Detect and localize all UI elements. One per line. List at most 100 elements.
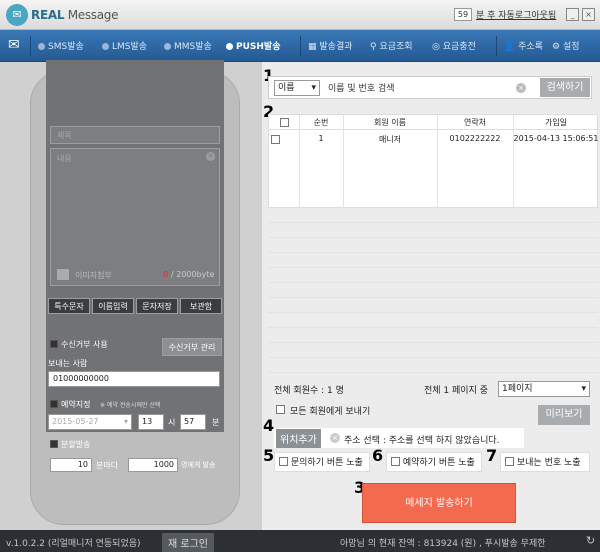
nav-divider	[496, 36, 497, 56]
version-text: v.1.0.2.2 (리얼매니저 연동되었음)	[6, 539, 141, 549]
search-icon: ⚲	[370, 42, 377, 52]
member-table: 순번 회원 이름 연락처 가입일 1 매니저 0102222222 2015-0…	[268, 114, 599, 209]
nav-send-result[interactable]: ▦ 발송결과	[308, 39, 353, 52]
badge-5: 5	[263, 446, 275, 465]
badge-6: 6	[372, 446, 384, 465]
nav-settings[interactable]: ⚙ 설정	[552, 39, 580, 52]
byte-count: 0	[163, 270, 169, 279]
badge-7: 7	[486, 446, 498, 465]
add-location-button[interactable]: 위치추가	[276, 429, 321, 448]
column-divider	[513, 115, 514, 209]
nav-bar: ✉ SMS발송 LMS발송 MMS발송 PUSH발송 ▦ 발송결과 ⚲ 요금조회…	[0, 30, 600, 62]
total-members: 전체 회원수 : 1 명	[274, 386, 344, 396]
header-date: 가입일	[513, 115, 599, 130]
reserve-hour-select[interactable]: 13	[138, 414, 164, 430]
special-char-button[interactable]: 특수문자	[48, 298, 90, 314]
sender-input[interactable]: 01000000000	[48, 371, 220, 387]
search-type-select[interactable]: 이름 ▾	[274, 80, 320, 96]
close-button[interactable]: ×	[582, 8, 595, 21]
sender-option[interactable]: 보내는 번호 노출	[500, 452, 590, 472]
select-all-checkbox[interactable]	[279, 118, 289, 127]
row-no: 1	[318, 134, 324, 143]
person-icon: 👤	[504, 42, 516, 52]
nav-divider	[300, 36, 301, 56]
reserve-option[interactable]: 예약하기 버튼 노출	[386, 452, 482, 472]
minute-unit: 분	[212, 418, 220, 427]
radio-dot-icon	[226, 43, 233, 50]
row-checkbox[interactable]	[271, 135, 280, 144]
save-message-button[interactable]: 문자저장	[136, 298, 178, 314]
balance-text: 아망님 의 현재 잔액 : 813924 (원) , 푸시발송 무제한	[340, 539, 546, 549]
column-divider	[437, 115, 438, 209]
nav-charge[interactable]: ◎ 요금충전	[432, 39, 476, 52]
byte-max: / 2000byte	[171, 270, 215, 279]
table-empty-area	[268, 208, 598, 376]
reserve-note: ※ 예약 전송시에만 선택	[100, 402, 161, 409]
gear-icon: ⚙	[552, 42, 561, 52]
name-insert-button[interactable]: 이름입력	[92, 298, 134, 314]
title-input[interactable]: 제목	[50, 126, 220, 144]
split-send-label: 분할발송	[61, 440, 91, 449]
total-pages: 전체 1 페이지 중	[424, 386, 488, 396]
image-attach-label[interactable]: 이미지첨부	[75, 270, 112, 281]
clear-icon[interactable]: ×	[206, 152, 215, 161]
row-phone: 0102222222	[449, 134, 501, 143]
split-count-input[interactable]: 1000	[128, 458, 178, 472]
sender-option-checkbox[interactable]	[505, 457, 514, 466]
header-checkbox-cell	[269, 115, 299, 130]
radio-dot-icon	[102, 43, 109, 50]
nav-fee-lookup[interactable]: ⚲ 요금조회	[370, 39, 413, 52]
reserve-checkbox[interactable]	[50, 400, 58, 408]
hour-unit: 시	[168, 418, 176, 427]
nav-divider	[30, 36, 31, 56]
content-textarea[interactable]: 내용 × 이미지첨부 0 / 2000byte	[50, 148, 220, 286]
clear-icon[interactable]: ×	[516, 83, 526, 93]
search-button[interactable]: 검색하기	[540, 78, 590, 97]
send-all-checkbox[interactable]	[276, 405, 285, 414]
split-minutes-unit: 분마다	[96, 461, 119, 470]
chart-icon: ▦	[308, 42, 317, 52]
header-phone: 연락처	[437, 115, 513, 130]
calendar-icon: ▾	[123, 417, 128, 426]
tab-mms[interactable]: MMS발송	[164, 39, 212, 52]
header-no: 순번	[299, 115, 343, 130]
location-text: 주소 선택 : 주소를 선택 하지 않았습니다.	[344, 436, 500, 446]
reject-use-label: 수신거부 사용	[61, 340, 108, 349]
radio-dot-icon	[164, 43, 171, 50]
reject-use-checkbox[interactable]	[50, 340, 58, 348]
envelope-icon[interactable]: ✉	[8, 37, 26, 53]
reserve-date-picker[interactable]: 2015-05-27 ▾	[48, 414, 132, 430]
reserve-minute-select[interactable]: 57	[180, 414, 206, 430]
search-input[interactable]: 이름 및 번호 검색	[328, 81, 395, 94]
split-count-unit: 명에게 발송	[181, 461, 216, 469]
storage-button[interactable]: 보관함	[180, 298, 222, 314]
tab-push[interactable]: PUSH발송	[226, 39, 280, 52]
inquiry-checkbox[interactable]	[279, 457, 288, 466]
refresh-icon[interactable]: ↻	[586, 534, 595, 547]
split-send-checkbox[interactable]	[50, 440, 58, 448]
reserve-label: 예약지정	[61, 400, 91, 409]
clear-icon[interactable]: ×	[330, 433, 340, 443]
badge-4: 4	[263, 416, 275, 435]
page-select[interactable]: 1페이지 ▾	[498, 381, 590, 397]
split-minutes-input[interactable]: 10	[50, 458, 92, 472]
image-icon[interactable]	[57, 269, 69, 280]
tab-lms[interactable]: LMS발송	[102, 39, 147, 52]
nav-address-book[interactable]: 👤 주소록	[504, 39, 543, 52]
header-name: 회원 이름	[343, 115, 437, 130]
tab-sms[interactable]: SMS발송	[38, 39, 84, 52]
preview-button[interactable]: 미리보기	[538, 405, 590, 425]
chevron-down-icon: ▾	[311, 83, 316, 93]
relogin-button[interactable]: 재 로그인	[162, 533, 214, 552]
chevron-down-icon: ▾	[581, 384, 586, 394]
auto-logout-text[interactable]: 분 후 자동로그아웃됨	[476, 8, 556, 21]
send-message-button[interactable]: 메세지 발송하기	[362, 483, 516, 523]
minimize-button[interactable]: _	[566, 8, 579, 21]
column-divider	[343, 115, 344, 209]
inquiry-option[interactable]: 문의하기 버튼 노출	[274, 452, 370, 472]
coin-icon: ◎	[432, 42, 440, 52]
table-row[interactable]: 1 매니저 0102222222 2015-04-13 15:06:51	[269, 131, 599, 147]
send-all-label: 모든 회원에게 보내기	[290, 407, 371, 417]
reserve-option-checkbox[interactable]	[391, 457, 400, 466]
reject-manage-button[interactable]: 수신거부 관리	[162, 338, 222, 356]
